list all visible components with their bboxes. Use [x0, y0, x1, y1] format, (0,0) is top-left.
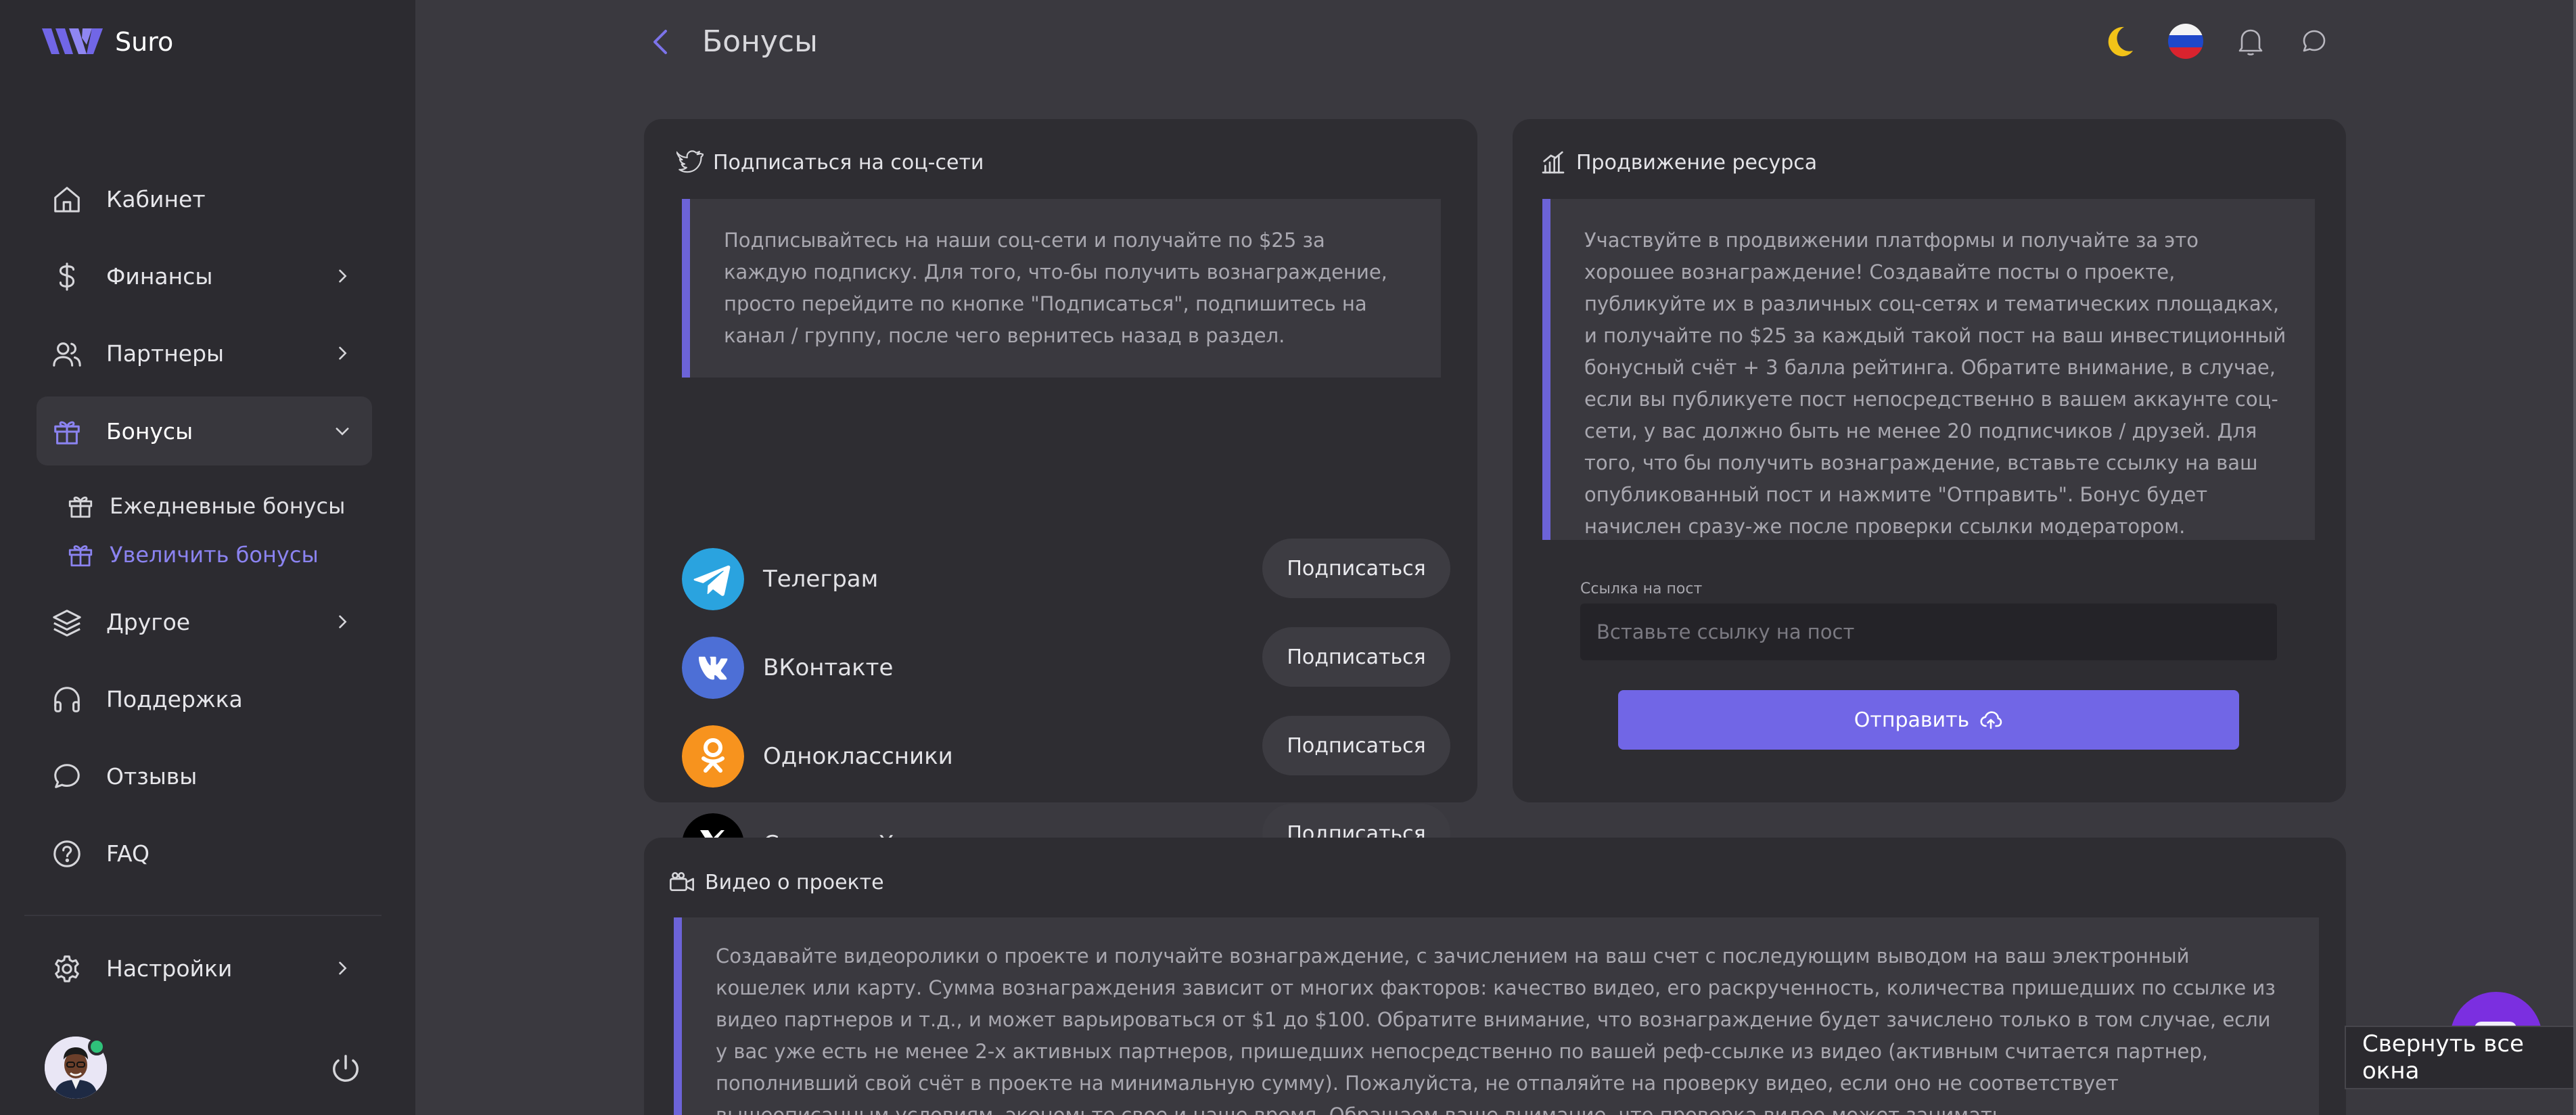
telegram-icon [682, 548, 744, 610]
home-icon [54, 187, 80, 212]
tooltip-minimize-all: Свернуть все окна [2345, 1026, 2576, 1089]
card-header: Продвижение ресурса [1540, 149, 1817, 176]
power-icon[interactable] [330, 1053, 361, 1084]
promo-card: Продвижение ресурса Участвуйте в продвиж… [1513, 119, 2346, 802]
video-card: Видео о проекте Создавайте видеоролики о… [644, 838, 2346, 1115]
promo-description: Участвуйте в продвижении платформы и пол… [1542, 199, 2315, 540]
card-header: Подписаться на соц-сети [676, 149, 984, 176]
logo-icon [42, 28, 103, 54]
sidebar-item-settings[interactable]: Настройки [37, 934, 372, 1003]
social-row-odnoklassniki: Одноклассники Подписаться [682, 716, 1452, 788]
sidebar-subitem-increase-bonuses[interactable]: Увеличить бонусы [66, 534, 319, 575]
sidebar-item-cabinet[interactable]: Кабинет [37, 164, 372, 233]
russia-flag-icon[interactable] [2167, 23, 2204, 60]
sidebar-subitem-daily-bonuses[interactable]: Ежедневные бонусы [66, 486, 345, 526]
social-name: Телеграм [763, 566, 879, 593]
sidebar-subitem-label: Увеличить бонусы [110, 542, 319, 568]
card-title: Видео о проекте [705, 870, 884, 894]
chevron-right-icon [339, 269, 347, 283]
dollar-icon [59, 263, 75, 291]
twitter-bird-icon [676, 150, 704, 173]
theme-moon-icon[interactable] [2104, 23, 2140, 60]
headphones-icon [54, 687, 80, 712]
users-icon [53, 342, 81, 367]
video-camera-icon [670, 871, 694, 891]
sidebar-item-finance[interactable]: Финансы [37, 242, 372, 311]
sidebar: Suro Кабинет Финансы Партнеры Бонусы Еже… [0, 0, 415, 1115]
help-circle-icon [53, 840, 80, 867]
card-title: Подписаться на соц-сети [713, 150, 984, 175]
post-link-input[interactable] [1580, 604, 2277, 660]
layers-icon [53, 610, 81, 637]
sidebar-item-label: Бонусы [106, 417, 193, 445]
sidebar-item-label: FAQ [106, 840, 150, 867]
back-arrow-icon[interactable] [649, 27, 670, 57]
logo-text: Suro [115, 27, 174, 57]
sidebar-item-label: Партнеры [106, 340, 225, 367]
chevron-down-icon [336, 428, 349, 436]
chevron-right-icon [339, 346, 347, 360]
sidebar-divider [24, 915, 382, 916]
chat-bubble-icon [54, 764, 80, 788]
video-description: Создавайте видеоролики о проекте и получ… [674, 917, 2319, 1115]
sidebar-item-support[interactable]: Поддержка [37, 664, 372, 733]
bell-icon[interactable] [2232, 23, 2269, 60]
logo[interactable]: Suro [42, 27, 173, 57]
sidebar-item-reviews[interactable]: Отзывы [37, 742, 372, 811]
gift-icon [54, 421, 80, 445]
odnoklassniki-icon [682, 725, 744, 788]
sidebar-item-label: Поддержка [106, 685, 243, 712]
page-title: Бонусы [702, 24, 818, 59]
online-status-dot [88, 1038, 106, 1055]
social-row-telegram: Телеграм Подписаться [682, 539, 1452, 610]
social-name: ВКонтакте [763, 654, 894, 681]
social-row-vk: ВКонтакте Подписаться [682, 627, 1452, 699]
sidebar-item-label: Отзывы [106, 763, 198, 790]
subscribe-button-telegram[interactable]: Подписаться [1262, 539, 1450, 598]
subscribe-button-vk[interactable]: Подписаться [1262, 627, 1450, 687]
sidebar-item-label: Настройки [106, 955, 233, 982]
chat-icon[interactable] [2296, 23, 2332, 60]
social-subscribe-card: Подписаться на соц-сети Подписывайтесь н… [644, 119, 1477, 875]
sidebar-item-label: Кабинет [106, 185, 206, 212]
sidebar-item-partners[interactable]: Партнеры [37, 319, 372, 388]
send-button-label: Отправить [1854, 708, 1970, 732]
sidebar-item-bonuses[interactable]: Бонусы [37, 396, 372, 465]
bar-chart-icon [1542, 151, 1565, 174]
vk-icon [682, 637, 744, 699]
sidebar-item-label: Другое [106, 608, 191, 635]
sidebar-item-label: Финансы [106, 263, 213, 290]
subscribe-button-odnoklassniki[interactable]: Подписаться [1262, 716, 1450, 775]
gear-icon [55, 955, 79, 982]
social-description: Подписывайтесь на наши соц-сети и получа… [682, 199, 1441, 378]
card-title: Продвижение ресурса [1576, 150, 1818, 175]
post-link-label: Ссылка на пост [1580, 581, 1703, 597]
chevron-right-icon [339, 615, 347, 629]
social-name: Одноклассники [763, 743, 953, 770]
gift-icon [68, 545, 93, 567]
sidebar-subitem-label: Ежедневные бонусы [110, 493, 346, 519]
gift-icon [68, 497, 93, 518]
send-button[interactable]: Отправить [1618, 690, 2239, 750]
card-header: Видео о проекте [668, 869, 884, 896]
sidebar-item-other[interactable]: Другое [37, 587, 372, 656]
chevron-right-icon [339, 961, 347, 975]
scrollbar[interactable] [2573, 0, 2576, 1115]
cloud-upload-icon [1980, 711, 2002, 729]
sidebar-item-faq[interactable]: FAQ [37, 819, 372, 888]
